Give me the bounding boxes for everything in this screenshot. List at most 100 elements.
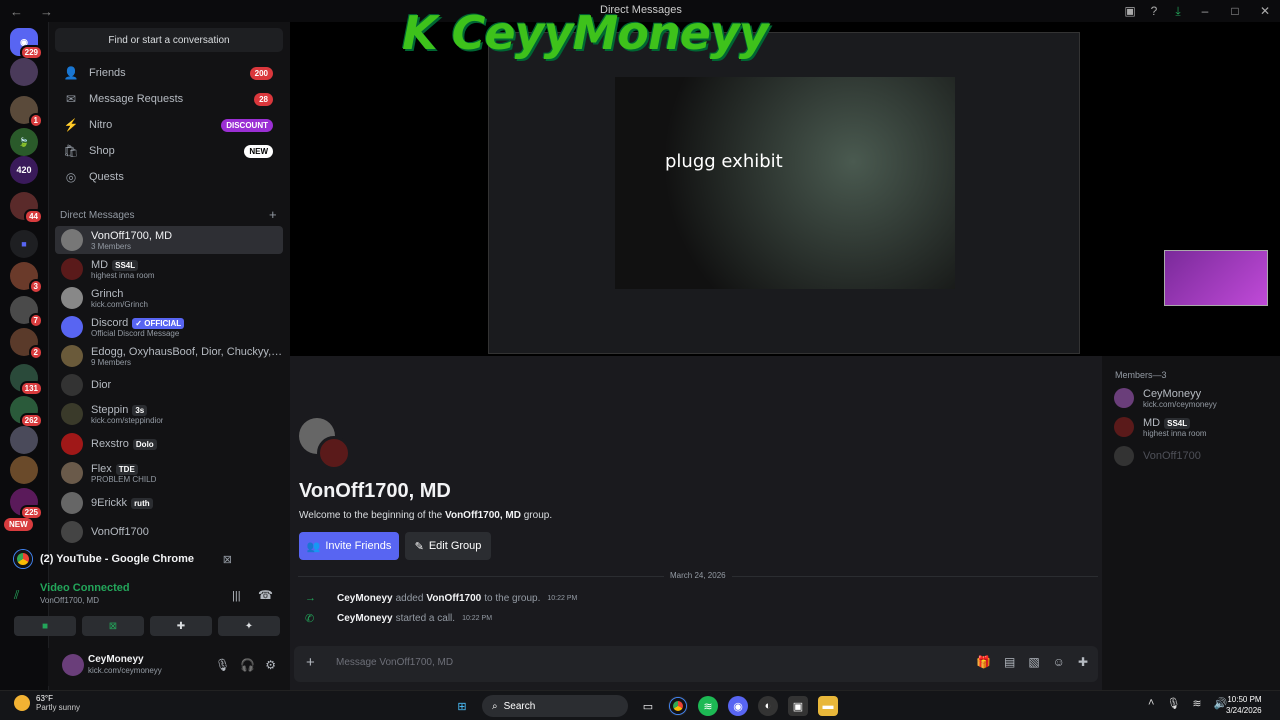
inbox-icon[interactable]: ▣ <box>1118 4 1142 18</box>
envelope-icon: ✉ <box>65 92 77 106</box>
new-badge: NEW <box>244 144 273 158</box>
server-2[interactable]: 1 <box>10 96 43 128</box>
event-user[interactable]: CeyMoneyy <box>337 593 393 604</box>
server-12[interactable]: 225 <box>10 488 43 520</box>
attach-icon[interactable]: + <box>306 654 315 671</box>
mic-icon[interactable]: 🎙 <box>215 658 230 672</box>
clan-tag: ruth <box>131 498 153 509</box>
server-badge: 131 <box>19 381 43 396</box>
server-badge: 3 <box>28 279 43 294</box>
obs-icon[interactable]: ◐ <box>758 696 778 716</box>
server-4[interactable]: 44 <box>10 192 43 224</box>
dm-name: Steppin <box>91 403 129 416</box>
conversation-search[interactable]: Find or start a conversation <box>55 28 283 52</box>
stream-source[interactable]: (2) YouTube - Google Chrome ⊠ <box>14 546 232 572</box>
avatar[interactable] <box>62 654 84 676</box>
dm-item[interactable]: Dior <box>55 371 283 399</box>
sticker-icon[interactable]: ▧ <box>1028 655 1039 669</box>
avatar <box>1114 417 1134 437</box>
member-item[interactable]: VonOff1700 <box>1114 442 1201 470</box>
file-explorer-icon[interactable]: ▬ <box>818 696 838 716</box>
server-7[interactable]: 2 <box>10 328 43 360</box>
event-user[interactable]: CeyMoneyy <box>337 613 393 624</box>
server-3[interactable]: 🍃 <box>10 128 38 156</box>
dm-item[interactable]: 9Erickk ruth <box>55 489 283 517</box>
nav-message-requests[interactable]: ✉ Message Requests 28 <box>55 86 283 112</box>
server-5[interactable]: 3 <box>10 262 43 294</box>
help-icon[interactable]: ? <box>1142 4 1166 18</box>
server-9[interactable]: 262 <box>10 396 43 428</box>
chrome-taskbar-icon[interactable] <box>668 696 688 716</box>
stream-view[interactable]: plugg exhibit K CeyyMoneyy <box>290 6 1100 356</box>
start-icon[interactable]: ⊞ <box>452 696 472 716</box>
server-8[interactable]: 131 <box>10 364 43 396</box>
task-view-icon[interactable]: ▭ <box>638 696 658 716</box>
minimize-button[interactable]: – <box>1190 4 1220 18</box>
server-420[interactable]: 420 <box>10 156 38 184</box>
dm-sub: 3 Members <box>91 241 132 251</box>
server-10[interactable] <box>10 426 38 454</box>
nav-quests[interactable]: ◎ Quests <box>55 164 283 190</box>
gear-icon[interactable]: ⚙ <box>265 658 276 672</box>
member-item[interactable]: CeyMoneyy kick.com/ceymoneyy <box>1114 384 1217 412</box>
group-title: VonOff1700, MD <box>299 480 451 502</box>
user-panel: CeyMoneyy kick.com/ceymoneyy 🎙 🎧 ⚙ <box>48 648 290 686</box>
username: CeyMoneyy <box>88 654 144 665</box>
folder-icon[interactable]: ■ <box>10 230 38 258</box>
maximize-button[interactable]: □ <box>1220 4 1250 18</box>
event-target[interactable]: VonOff1700 <box>426 593 481 604</box>
clock[interactable]: 10:50 PM 3/24/2026 <box>1226 694 1262 716</box>
spotify-icon[interactable]: ≋ <box>698 696 718 716</box>
dm-item[interactable]: VonOff1700, MD 3 Members <box>55 226 283 254</box>
camera-button[interactable]: ■ <box>14 616 76 636</box>
capcut-icon[interactable]: ▣ <box>788 696 808 716</box>
weather-widget[interactable]: 63°F Partly sunny <box>14 694 80 712</box>
emoji-icon[interactable]: ☺ <box>1053 655 1065 669</box>
dm-item[interactable]: Steppin 3s kick.com/steppindior <box>55 400 283 428</box>
invite-friends-button[interactable]: 👥 Invite Friends <box>299 532 399 560</box>
message-composer[interactable]: + Message VonOff1700, MD 🎁 ▤ ▧ ☺ ✚ <box>294 646 1098 682</box>
dm-item[interactable]: MD SS4L highest inna room <box>55 255 283 283</box>
member-name: VonOff1700 <box>1143 450 1201 462</box>
screenshare-button[interactable]: ⊠ <box>82 616 144 636</box>
signal-icon[interactable]: ⫽ <box>14 588 19 603</box>
chevron-up-icon[interactable]: ˄ <box>1148 697 1154 710</box>
nav-friends[interactable]: 👤 Friends 200 <box>55 60 283 86</box>
welcome-name: VonOff1700, MD <box>445 510 521 521</box>
server-1[interactable] <box>10 58 38 86</box>
date: 3/24/2026 <box>1226 706 1262 715</box>
nav-nitro[interactable]: ⚡ Nitro DISCOUNT <box>55 112 283 138</box>
discord-taskbar-icon[interactable]: ◉ <box>728 696 748 716</box>
dm-item[interactable]: Discord ✓ OFFICIAL Official Discord Messag… <box>55 313 283 341</box>
forward-icon[interactable]: → <box>40 4 60 19</box>
nav-shop[interactable]: 🛍 Shop NEW <box>55 138 283 164</box>
gift-icon[interactable]: 🎁 <box>976 655 991 669</box>
soundboard-button[interactable]: ✦ <box>218 616 280 636</box>
dm-item[interactable]: Flex TDE PROBLEM CHILD <box>55 459 283 487</box>
message-input[interactable]: Message VonOff1700, MD <box>336 657 453 668</box>
dm-item[interactable]: Grinch kick.com/Grinch <box>55 284 283 312</box>
download-icon[interactable]: ⤓ <box>1166 4 1190 19</box>
headphones-icon[interactable]: 🎧 <box>240 658 255 672</box>
dm-item[interactable]: Edogg, OxyhausBoof, Dior, Chuckyy, CH...… <box>55 342 283 370</box>
webcam-tile[interactable] <box>1164 250 1268 306</box>
close-button[interactable]: ✕ <box>1250 4 1280 18</box>
taskbar-search[interactable]: ⌕ Search <box>482 695 628 717</box>
member-item[interactable]: MD SS4L highest inna room <box>1114 413 1207 441</box>
gif-icon[interactable]: ▤ <box>1004 655 1015 669</box>
create-dm-icon[interactable]: + <box>269 207 277 222</box>
disconnect-icon[interactable]: ☎ <box>258 588 273 602</box>
server-11[interactable] <box>10 456 38 484</box>
activities-button[interactable]: ✚ <box>150 616 212 636</box>
edit-group-button[interactable]: ✎ Edit Group <box>405 532 491 560</box>
dm-item[interactable]: Rexstro Dolo <box>55 430 283 458</box>
apps-icon[interactable]: ✚ <box>1078 655 1088 669</box>
server-6[interactable]: 7 <box>10 296 43 328</box>
home-button[interactable]: ◉ 229 <box>10 28 43 60</box>
wifi-icon[interactable]: ≋ <box>1192 697 1201 710</box>
mic-tray-icon[interactable]: 🎙 <box>1166 697 1180 710</box>
stop-stream-icon[interactable]: ⊠ <box>223 553 232 566</box>
noise-icon[interactable]: ||| <box>232 590 241 602</box>
back-icon[interactable]: ← <box>10 4 30 19</box>
user-status: kick.com/ceymoneyy <box>88 666 162 675</box>
